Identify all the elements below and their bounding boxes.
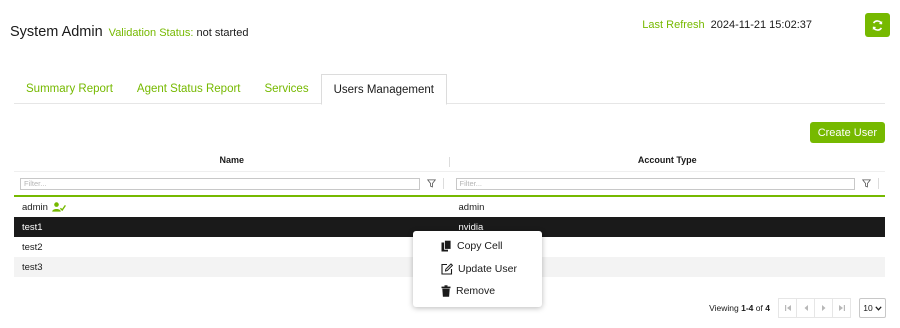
chevron-left-icon <box>804 305 808 311</box>
refresh-button[interactable] <box>865 13 890 37</box>
last-page-icon <box>838 305 845 311</box>
user-name: test2 <box>22 241 43 253</box>
user-name: test1 <box>22 221 43 233</box>
column-header-name[interactable]: Name <box>14 155 450 167</box>
last-refresh-value: 2024-11-21 15:02:37 <box>710 19 812 31</box>
page-size-select[interactable]: 10 <box>859 298 886 318</box>
copy-icon <box>441 240 452 252</box>
user-name: admin <box>22 201 48 213</box>
chevron-right-icon <box>821 305 825 311</box>
refresh-icon <box>872 19 883 31</box>
tab-bar: Summary Report Agent Status Report Servi… <box>14 74 885 105</box>
column-header-account-type[interactable]: Account Type <box>450 155 886 165</box>
context-menu-copy-cell[interactable]: Copy Cell <box>413 235 542 258</box>
first-page-button[interactable] <box>778 299 796 317</box>
column-divider <box>442 178 444 189</box>
chevron-down-icon <box>875 305 882 311</box>
account-type-filter-input[interactable]: Filter... <box>455 177 855 190</box>
tab-summary-report[interactable]: Summary Report <box>14 74 125 104</box>
page-header: System Admin Validation Status: not star… <box>10 24 248 40</box>
next-page-button[interactable] <box>814 299 832 317</box>
context-menu-update-user[interactable]: Update User <box>413 258 542 281</box>
account-type-cell: admin <box>458 201 485 213</box>
admin-user-icon <box>52 202 66 212</box>
context-menu-remove[interactable]: Remove <box>413 280 542 303</box>
tab-agent-status-report[interactable]: Agent Status Report <box>125 74 253 104</box>
column-divider <box>878 178 879 189</box>
tab-users-management[interactable]: Users Management <box>320 74 447 105</box>
filter-icon[interactable] <box>426 179 437 189</box>
tab-services[interactable]: Services <box>252 74 320 104</box>
previous-page-button[interactable] <box>796 299 814 317</box>
last-refresh: Last Refresh 2024-11-21 15:02:37 <box>642 19 812 31</box>
context-menu-label: Copy Cell <box>457 240 503 253</box>
table-header: Name Account Type <box>14 149 885 172</box>
context-menu-label: Remove <box>456 285 496 298</box>
edit-icon <box>441 263 453 275</box>
last-page-button[interactable] <box>832 299 850 317</box>
first-page-icon <box>784 305 791 311</box>
last-refresh-label: Last Refresh <box>642 19 705 31</box>
validation-status-value: not started <box>196 27 249 39</box>
filter-icon[interactable] <box>861 179 872 189</box>
trash-icon <box>441 285 451 298</box>
user-name: test3 <box>22 261 43 273</box>
validation-status-label: Validation Status: <box>108 27 194 39</box>
context-menu: Copy Cell Update User Remove <box>413 231 542 307</box>
name-filter-input[interactable]: Filter... <box>20 177 420 190</box>
filter-row: Filter... Filter... <box>14 172 885 197</box>
pagination: Viewing 1-4 of 4 10 <box>709 298 886 318</box>
pagination-summary: Viewing 1-4 of 4 <box>709 303 770 313</box>
table-row[interactable]: admin admin <box>14 197 885 217</box>
context-menu-label: Update User <box>458 262 517 275</box>
page-title: System Admin <box>10 24 103 40</box>
create-user-button[interactable]: Create User <box>809 122 885 143</box>
